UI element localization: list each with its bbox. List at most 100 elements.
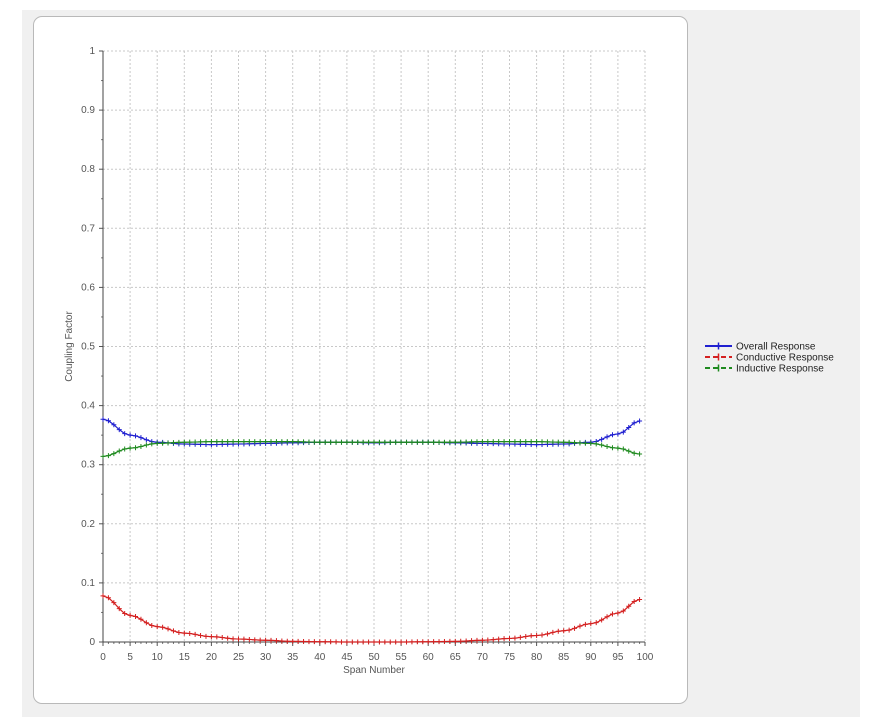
- data-point: [338, 639, 344, 645]
- x-tick-label: 0: [100, 652, 106, 663]
- x-tick-label: 65: [450, 652, 462, 663]
- data-point: [230, 439, 236, 445]
- data-point: [241, 636, 247, 642]
- data-point: [170, 628, 176, 634]
- data-point: [214, 439, 220, 445]
- data-point: [414, 639, 420, 645]
- data-point: [626, 448, 632, 454]
- data-point: [105, 453, 111, 459]
- data-point: [425, 439, 431, 445]
- series-line: [102, 418, 640, 446]
- data-point: [463, 439, 469, 445]
- data-point: [214, 634, 220, 640]
- data-point: [582, 440, 588, 446]
- data-point: [452, 439, 458, 445]
- data-point: [637, 596, 643, 602]
- data-point: [566, 627, 572, 633]
- x-tick-label: 60: [423, 652, 435, 663]
- data-point: [111, 451, 117, 457]
- data-point: [523, 439, 529, 445]
- data-point: [100, 593, 106, 599]
- data-point: [550, 629, 556, 635]
- data-point: [366, 639, 372, 645]
- data-point: [534, 632, 540, 638]
- data-point: [295, 439, 301, 445]
- data-point: [138, 444, 144, 450]
- data-point: [127, 445, 133, 451]
- x-tick-label: 55: [396, 652, 408, 663]
- x-tick-label: 70: [477, 652, 489, 663]
- data-point: [317, 439, 323, 445]
- x-tick-label: 50: [368, 652, 380, 663]
- data-point: [301, 639, 307, 645]
- data-point: [490, 637, 496, 643]
- data-point: [208, 439, 214, 445]
- data-point: [458, 638, 464, 644]
- data-point: [187, 630, 193, 636]
- data-point: [599, 436, 605, 442]
- data-point: [414, 439, 420, 445]
- data-point: [122, 446, 128, 452]
- x-tick-label: 95: [612, 652, 624, 663]
- data-point: [349, 439, 355, 445]
- axes: [99, 50, 646, 646]
- data-point: [127, 612, 133, 618]
- data-point: [382, 639, 388, 645]
- data-point: [366, 439, 372, 445]
- data-point: [165, 440, 171, 446]
- y-tick-label: 1: [89, 46, 95, 57]
- data-point: [441, 639, 447, 645]
- data-point: [501, 636, 507, 642]
- data-point: [376, 439, 382, 445]
- data-point: [133, 445, 139, 451]
- data-point: [295, 638, 301, 644]
- data-point: [582, 621, 588, 627]
- data-point: [203, 633, 209, 639]
- y-tick-label: 0.2: [81, 519, 95, 530]
- data-point: [219, 634, 225, 640]
- data-point: [431, 639, 437, 645]
- data-point: [160, 624, 166, 630]
- data-point: [599, 442, 605, 448]
- data-point: [577, 623, 583, 629]
- data-point: [436, 639, 442, 645]
- line-chart: 0 5 10 15 20 25 30 35 40 45 50 55 60 65 70 75 80 85 90 95 10…: [64, 46, 834, 676]
- legend-label: Conductive Response: [736, 353, 834, 364]
- data-point: [149, 623, 155, 629]
- x-tick-label: 40: [314, 652, 326, 663]
- series-group: [100, 416, 643, 645]
- x-tick-label: 5: [127, 652, 133, 663]
- data-point: [192, 631, 198, 637]
- data-point: [154, 624, 160, 630]
- grid-lines: [103, 50, 646, 642]
- data-point: [198, 632, 204, 638]
- y-tick-label: 0.9: [81, 105, 95, 116]
- data-point: [203, 439, 209, 445]
- data-point: [284, 638, 290, 644]
- data-point: [420, 439, 426, 445]
- data-point: [344, 439, 350, 445]
- legend-label: Overall Response: [736, 342, 816, 353]
- data-point: [447, 638, 453, 644]
- x-tick-label: 20: [206, 652, 218, 663]
- data-point: [333, 439, 339, 445]
- data-point: [328, 439, 334, 445]
- data-point: [290, 638, 296, 644]
- x-tick-label: 30: [260, 652, 272, 663]
- data-point: [517, 439, 523, 445]
- data-point: [615, 445, 621, 451]
- data-point: [176, 630, 182, 636]
- y-tick-label: 0.5: [81, 342, 95, 353]
- data-point: [528, 439, 534, 445]
- x-tick-label: 35: [287, 652, 299, 663]
- data-point: [523, 634, 529, 640]
- x-tick-label: 25: [233, 652, 245, 663]
- y-tick-labels: 0 0.1 0.2 0.3 0.4 0.5 0.6 0.7 0.8 0.9 1: [81, 46, 95, 648]
- data-point: [306, 639, 312, 645]
- data-point: [311, 639, 317, 645]
- data-point: [230, 636, 236, 642]
- data-point: [360, 639, 366, 645]
- data-point: [404, 439, 410, 445]
- data-point: [387, 639, 393, 645]
- data-point: [431, 439, 437, 445]
